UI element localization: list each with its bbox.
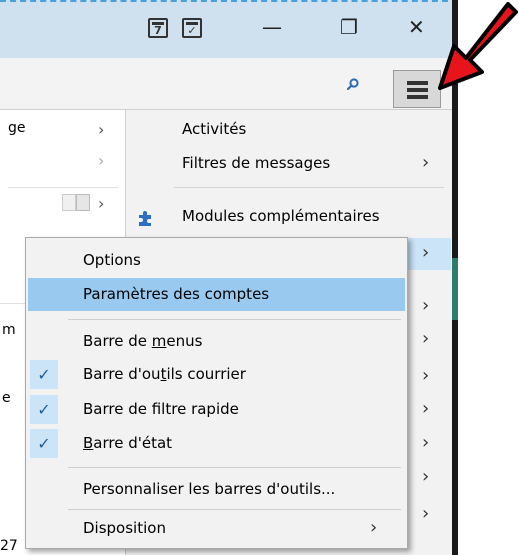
toolbars-submenu: Options Paramètres des comptes Barre de …	[25, 237, 408, 549]
label-part: Barre de	[83, 332, 152, 350]
chevron-right-icon: ›	[98, 194, 105, 213]
left-row-label: ge	[8, 120, 26, 136]
window-titlebar: 7 ✓ — ❐ ✕	[0, 0, 458, 58]
label-part: arre d'état	[93, 434, 173, 452]
menu-separator	[174, 187, 444, 188]
checkmark-icon: ✓	[30, 395, 58, 424]
submenu-item-label: Options	[83, 251, 141, 269]
chevron-right-icon: ›	[422, 328, 430, 349]
checkmark-icon: ✓	[30, 360, 58, 389]
search-toolbar	[0, 58, 458, 110]
label-part: enus	[166, 332, 203, 350]
hamburger-line	[407, 81, 428, 85]
label-part: Barre d'ou	[83, 365, 161, 383]
submenu-item-label: Barre d'outils courrier	[83, 365, 246, 383]
submenu-item-status-bar[interactable]: ✓ Barre d'état	[28, 427, 405, 460]
menu-item-addons[interactable]: Modules complémentaires	[126, 201, 451, 233]
submenu-item-label: Barre de menus	[83, 332, 202, 350]
submenu-item-menu-bar[interactable]: Barre de menus	[28, 325, 405, 358]
bottom-text: 27	[0, 538, 18, 554]
puzzle-icon	[139, 211, 151, 226]
minimize-button[interactable]: —	[262, 16, 282, 38]
check-glyph: ✓	[187, 24, 197, 37]
menu-separator	[68, 319, 401, 320]
left-row-label: m	[2, 322, 16, 338]
paste-icon	[76, 194, 90, 211]
menu-separator	[68, 467, 401, 468]
tasks-tab-icon[interactable]: ✓	[182, 18, 202, 38]
accent-bar	[452, 258, 458, 320]
chevron-right-icon: ›	[422, 503, 430, 524]
submenu-item-customize-toolbars[interactable]: Personnaliser les barres d'outils...	[28, 473, 405, 506]
menu-separator	[68, 509, 401, 510]
menu-item-label: Modules complémentaires	[182, 207, 380, 225]
divider	[8, 187, 118, 188]
red-arrow-icon	[438, 2, 518, 90]
chevron-right-icon: ›	[422, 295, 430, 316]
submenu-item-options[interactable]: Options	[28, 244, 405, 277]
chevron-right-icon: ›	[422, 152, 430, 173]
calendar-day: 7	[154, 24, 162, 37]
checkmark-icon: ✓	[30, 429, 58, 458]
label-part: ils courrier	[166, 365, 246, 383]
submenu-item-quick-filter-bar[interactable]: ✓ Barre de filtre rapide	[28, 393, 405, 426]
copy-icon	[62, 194, 76, 211]
chevron-right-icon: ›	[422, 432, 430, 453]
menu-item-label: Filtres de messages	[182, 154, 331, 172]
calendar-tab-icon[interactable]: 7	[148, 18, 168, 38]
submenu-item-label: Disposition	[83, 519, 166, 537]
left-row-label: e	[2, 390, 11, 406]
chevron-right-icon: ›	[422, 365, 430, 386]
chevron-right-icon: ›	[370, 517, 378, 538]
menu-item-activities[interactable]: Activités	[126, 114, 451, 146]
submenu-item-label: Personnaliser les barres d'outils...	[83, 480, 336, 498]
hamburger-line	[407, 95, 428, 99]
close-button[interactable]: ✕	[408, 16, 425, 38]
submenu-item-label: Paramètres des comptes	[83, 285, 270, 303]
search-icon[interactable]	[347, 78, 359, 90]
chevron-right-icon: ›	[98, 120, 105, 139]
submenu-item-account-settings[interactable]: Paramètres des comptes	[28, 278, 405, 311]
menu-item-message-filters[interactable]: Filtres de messages ›	[126, 148, 451, 180]
submenu-item-layout[interactable]: Disposition ›	[28, 512, 405, 545]
chevron-right-icon: ›	[422, 466, 430, 487]
chevron-right-icon: ›	[98, 151, 105, 170]
chevron-right-icon: ›	[422, 398, 430, 419]
menu-item-label: Activités	[182, 120, 247, 138]
submenu-item-mail-toolbar[interactable]: ✓ Barre d'outils courrier	[28, 358, 405, 391]
hamburger-line	[407, 88, 428, 92]
submenu-item-label: Barre d'état	[83, 434, 172, 452]
label-part-accel: m	[151, 332, 167, 350]
restore-button[interactable]: ❐	[340, 16, 358, 38]
label-part-accel: B	[83, 434, 94, 452]
chevron-right-icon: ›	[422, 242, 430, 263]
submenu-item-label: Barre de filtre rapide	[83, 400, 239, 418]
